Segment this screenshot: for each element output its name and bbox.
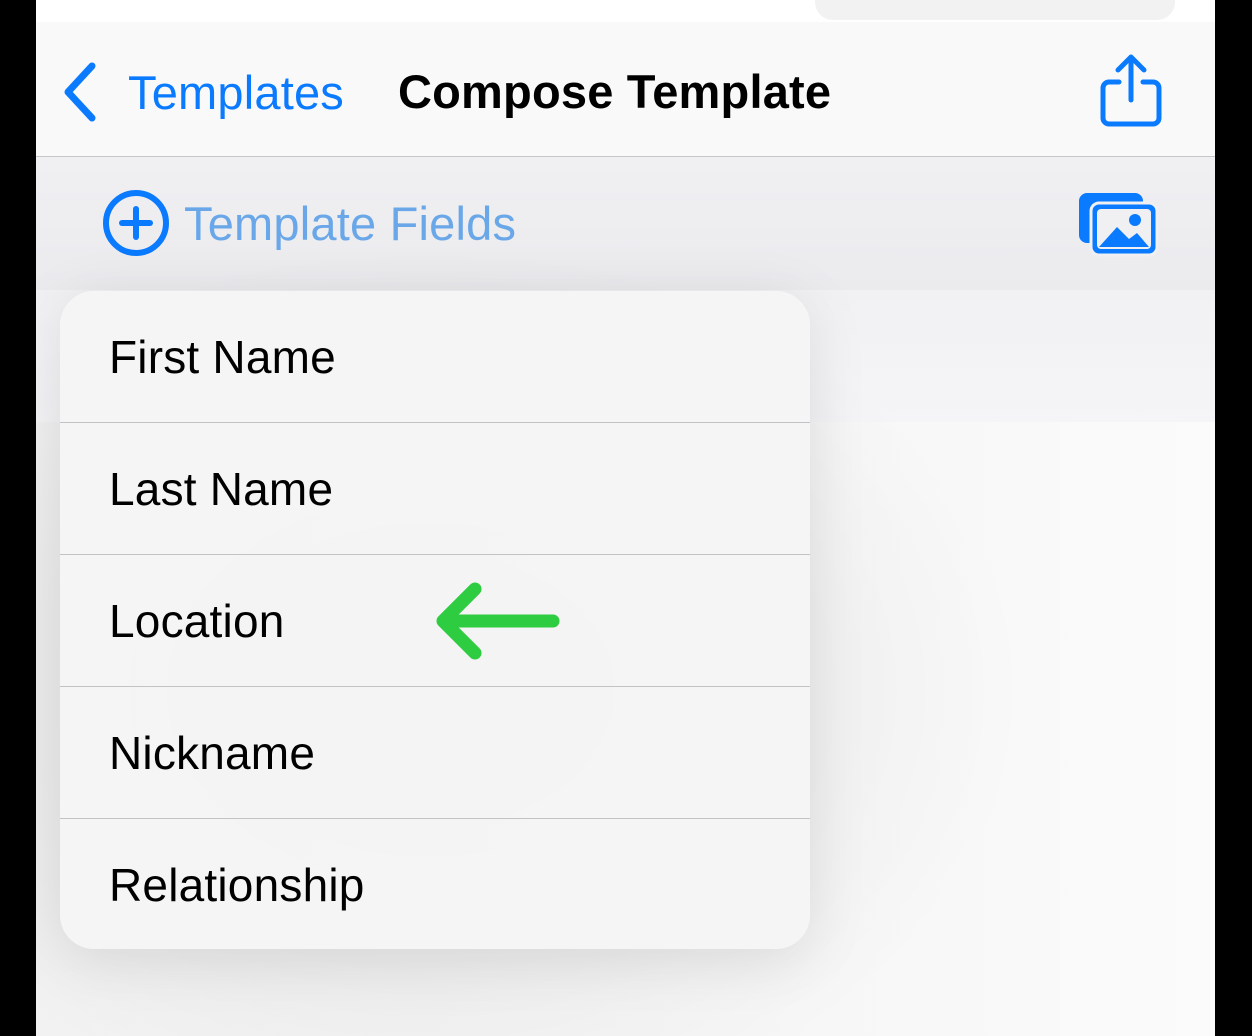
menu-item-label: Relationship	[109, 858, 365, 911]
top-remnant-card	[815, 0, 1175, 20]
back-button[interactable]: Templates	[60, 60, 344, 124]
menu-item-label: First Name	[109, 330, 336, 383]
app-screen: Templates Compose Template Template Fiel…	[36, 0, 1215, 1036]
share-icon[interactable]	[1099, 52, 1163, 128]
menu-item-nickname[interactable]: Nickname	[60, 687, 810, 819]
page-title: Compose Template	[398, 65, 832, 118]
menu-item-label: Location	[109, 594, 285, 647]
photos-icon[interactable]	[1077, 191, 1159, 257]
template-toolbar: Template Fields	[36, 157, 1215, 290]
menu-item-relationship[interactable]: Relationship	[60, 819, 810, 949]
template-fields-label: Template Fields	[184, 196, 517, 250]
back-button-label: Templates	[128, 65, 345, 119]
menu-item-label: Nickname	[109, 726, 316, 779]
template-fields-menu: First Name Last Name Location Nickname R…	[60, 291, 810, 949]
menu-item-first-name[interactable]: First Name	[60, 291, 810, 423]
menu-item-location[interactable]: Location	[60, 555, 810, 687]
menu-item-last-name[interactable]: Last Name	[60, 423, 810, 555]
template-fields-button[interactable]: Template Fields	[102, 189, 516, 257]
navigation-bar: Templates Compose Template	[36, 22, 1215, 157]
top-remnant	[36, 0, 1215, 22]
menu-item-label: Last Name	[109, 462, 334, 515]
plus-circle-icon	[103, 190, 169, 256]
chevron-left-icon	[64, 62, 96, 122]
